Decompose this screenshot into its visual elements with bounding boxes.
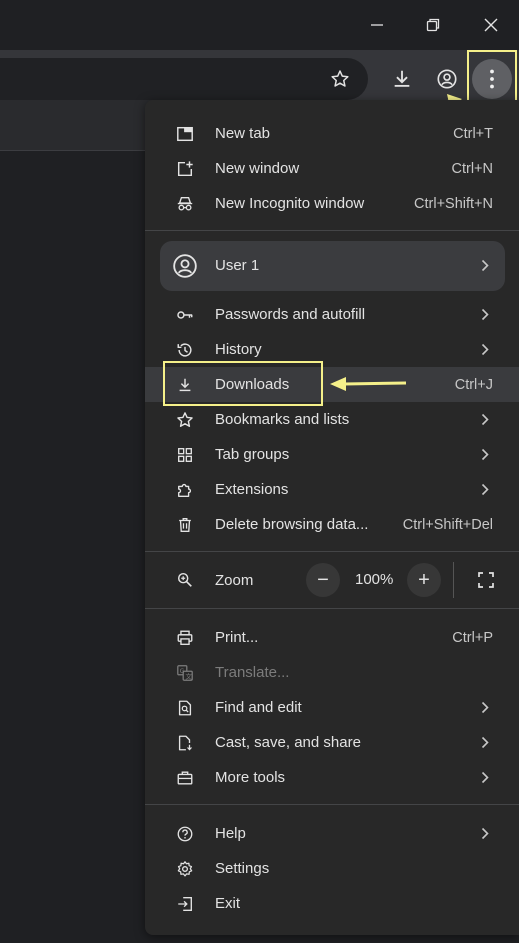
find-icon: [175, 698, 195, 718]
svg-text:文: 文: [185, 671, 192, 680]
menu-item-label: Extensions: [215, 481, 289, 498]
menu-item-extensions[interactable]: Extensions: [145, 472, 519, 507]
gear-icon: [175, 859, 195, 879]
menu-item-print[interactable]: Print... Ctrl+P: [145, 620, 519, 655]
avatar-icon: [172, 253, 198, 279]
plus-icon: +: [418, 569, 430, 591]
menu-item-find-and-edit[interactable]: Find and edit: [145, 690, 519, 725]
arrow-to-downloads: [330, 377, 407, 391]
menu-item-label: Tab groups: [215, 446, 290, 463]
fullscreen-icon: [478, 572, 494, 588]
zoom-divider: [453, 562, 454, 598]
menu-item-label: New tab: [215, 125, 271, 142]
menu-item-label: New window: [215, 160, 300, 177]
star-icon: [175, 410, 195, 430]
menu-item-shortcut: Ctrl+Shift+N: [414, 195, 493, 212]
zoom-icon: [175, 570, 195, 590]
chrome-main-menu: New tab Ctrl+T New window Ctrl+N New Inc…: [145, 100, 519, 935]
menu-item-passwords-autofill[interactable]: Passwords and autofill: [145, 297, 519, 332]
profile-row[interactable]: User 1: [160, 241, 505, 291]
zoom-label: Zoom: [215, 571, 254, 589]
menu-item-label: Delete browsing data...: [215, 516, 369, 533]
menu-item-label: Bookmarks and lists: [215, 411, 350, 428]
menu-item-shortcut: Ctrl+Shift+Del: [402, 516, 493, 533]
chevron-right-icon: [481, 343, 491, 357]
menu-item-shortcut: Ctrl+N: [451, 160, 494, 177]
toolbox-icon: [175, 768, 195, 788]
zoom-out-button[interactable]: −: [306, 563, 340, 597]
new-tab-icon: [175, 124, 195, 144]
menu-separator: [145, 230, 519, 231]
menu-item-new-window[interactable]: New window Ctrl+N: [145, 151, 519, 186]
new-window-icon: [175, 159, 195, 179]
menu-separator: [145, 804, 519, 805]
trash-icon: [175, 515, 195, 535]
menu-item-label: Find and edit: [215, 699, 302, 716]
chevron-right-icon: [481, 259, 489, 272]
menu-item-label: Translate...: [215, 664, 290, 681]
svg-text:G: G: [180, 668, 185, 675]
key-icon: [175, 305, 195, 325]
minus-icon: −: [317, 569, 329, 591]
incognito-icon: [175, 194, 195, 214]
menu-separator: [145, 608, 519, 609]
chevron-right-icon: [481, 448, 491, 462]
menu-item-shortcut: Ctrl+T: [453, 125, 493, 142]
chevron-right-icon: [481, 701, 491, 715]
history-icon: [175, 340, 195, 360]
menu-item-settings[interactable]: Settings: [145, 851, 519, 886]
chevron-right-icon: [481, 308, 491, 322]
menu-item-tab-groups[interactable]: Tab groups: [145, 437, 519, 472]
chevron-right-icon: [481, 771, 491, 785]
profile-name: User 1: [215, 257, 260, 274]
translate-icon: G文: [175, 663, 195, 683]
chevron-right-icon: [481, 413, 491, 427]
menu-item-label: Exit: [215, 895, 241, 912]
menu-item-bookmarks-lists[interactable]: Bookmarks and lists: [145, 402, 519, 437]
menu-item-label: Cast, save, and share: [215, 734, 361, 751]
menu-item-more-tools[interactable]: More tools: [145, 760, 519, 795]
menu-item-label: Settings: [215, 860, 270, 877]
help-icon: [175, 824, 195, 844]
cast-save-icon: [175, 733, 195, 753]
menu-item-label: New Incognito window: [215, 195, 365, 212]
menu-item-label: Print...: [215, 629, 259, 646]
menu-item-label: Passwords and autofill: [215, 306, 366, 323]
menu-item-delete-browsing-data[interactable]: Delete browsing data... Ctrl+Shift+Del: [145, 507, 519, 542]
chevron-right-icon: [481, 827, 491, 841]
menu-item-translate: G文 Translate...: [145, 655, 519, 690]
print-icon: [175, 628, 195, 648]
chevron-right-icon: [481, 483, 491, 497]
fullscreen-button[interactable]: [469, 563, 503, 597]
menu-item-label: Help: [215, 825, 246, 842]
tab-groups-icon: [175, 445, 195, 465]
exit-icon: [175, 894, 195, 914]
chevron-right-icon: [481, 736, 491, 750]
menu-item-exit[interactable]: Exit: [145, 886, 519, 921]
zoom-value: 100%: [355, 571, 394, 588]
zoom-in-button[interactable]: +: [407, 563, 441, 597]
extension-icon: [175, 480, 195, 500]
downloads-highlight: [163, 361, 323, 406]
menu-item-new-incognito-window[interactable]: New Incognito window Ctrl+Shift+N: [145, 186, 519, 221]
menu-item-label: History: [215, 341, 262, 358]
menu-item-new-tab[interactable]: New tab Ctrl+T: [145, 116, 519, 151]
menu-item-help[interactable]: Help: [145, 816, 519, 851]
menu-item-shortcut: Ctrl+P: [452, 629, 493, 646]
menu-item-cast-save-share[interactable]: Cast, save, and share: [145, 725, 519, 760]
menu-item-label: More tools: [215, 769, 286, 786]
menu-item-shortcut: Ctrl+J: [454, 376, 493, 393]
menu-separator: [145, 551, 519, 552]
